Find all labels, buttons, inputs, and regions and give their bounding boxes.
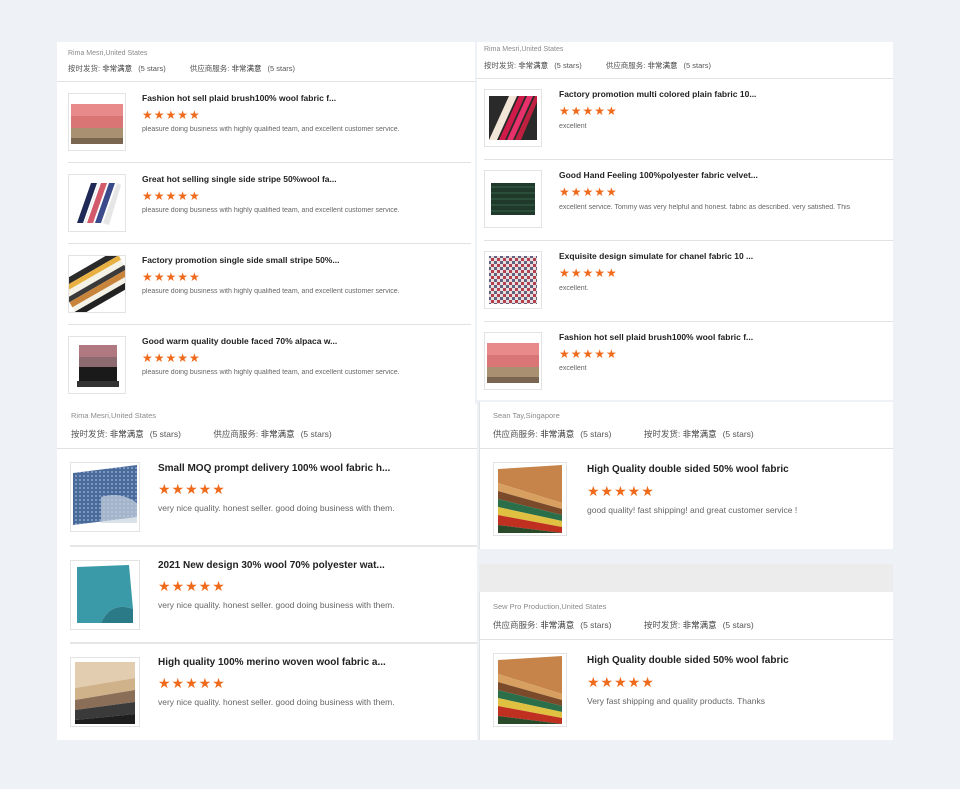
rating-stars: ★★★★★ bbox=[142, 189, 201, 203]
product-title[interactable]: Good warm quality double faced 70% alpac… bbox=[142, 336, 337, 346]
review-comment: pleasure doing business with highly qual… bbox=[142, 207, 400, 214]
service-stars: (5 stars) bbox=[580, 620, 612, 630]
ontime-stars: (5 stars) bbox=[554, 61, 582, 70]
rating-summary: 供应商服务: 非常满意 (5 stars) 按时发货: 非常满意 (5 stars) bbox=[493, 619, 776, 631]
ontime-value: 非常满意 bbox=[682, 620, 717, 630]
reviewer-name: Sean Tay,Singapore bbox=[493, 411, 560, 420]
rating-summary: 按时发货: 非常满意 (5 stars) 供应商服务: 非常满意 (5 stars) bbox=[484, 60, 733, 71]
review-comment: very nice quality. honest seller. good d… bbox=[158, 600, 395, 610]
product-thumbnail[interactable] bbox=[68, 174, 126, 232]
service-stars: (5 stars) bbox=[267, 64, 295, 73]
product-title[interactable]: High Quality double sided 50% wool fabri… bbox=[587, 464, 789, 475]
rating-stars: ★★★★★ bbox=[142, 108, 201, 122]
product-title[interactable]: Fashion hot sell plaid brush100% wool fa… bbox=[142, 93, 336, 103]
review-panel-b: Rima Mesri,United States 按时发货: 非常满意 (5 st… bbox=[477, 42, 893, 400]
service-label: 供应商服务: bbox=[213, 429, 259, 439]
reviewer-name: Rima Mesri,United States bbox=[484, 46, 564, 53]
service-value: 非常满意 bbox=[260, 429, 295, 439]
product-thumbnail[interactable] bbox=[484, 332, 542, 390]
rating-stars: ★★★★★ bbox=[559, 185, 618, 199]
ontime-value: 非常满意 bbox=[682, 429, 717, 439]
ontime-stars: (5 stars) bbox=[722, 429, 754, 439]
service-label: 供应商服务: bbox=[189, 64, 230, 73]
review-panel-e: Sew Pro Production,United States 供应商服务: … bbox=[479, 592, 893, 740]
rating-stars: ★★★★★ bbox=[142, 351, 201, 365]
product-thumbnail[interactable] bbox=[70, 560, 140, 630]
product-thumbnail[interactable] bbox=[484, 89, 542, 147]
rating-stars: ★★★★★ bbox=[559, 104, 618, 118]
product-title[interactable]: Small MOQ prompt delivery 100% wool fabr… bbox=[158, 463, 390, 474]
service-stars: (5 stars) bbox=[300, 429, 332, 439]
service-value: 非常满意 bbox=[540, 620, 575, 630]
product-thumbnail[interactable] bbox=[484, 251, 542, 309]
product-thumbnail[interactable] bbox=[68, 255, 126, 313]
product-title[interactable]: 2021 New design 30% wool 70% polyester w… bbox=[158, 560, 385, 571]
ontime-label: 按时发货: bbox=[643, 429, 681, 439]
ontime-label: 按时发货: bbox=[71, 429, 108, 439]
service-label: 供应商服务: bbox=[493, 429, 538, 439]
service-label: 供应商服务: bbox=[605, 61, 646, 70]
review-comment: excellent service. Tommy was very helpfu… bbox=[559, 204, 851, 211]
ontime-stars: (5 stars) bbox=[138, 64, 166, 73]
ontime-value: 非常满意 bbox=[518, 61, 549, 70]
product-thumbnail[interactable] bbox=[70, 462, 140, 532]
service-label: 供应商服务: bbox=[493, 620, 538, 630]
reviewer-name: Sew Pro Production,United States bbox=[493, 602, 607, 611]
product-title[interactable]: Fashion hot sell plaid brush100% wool fa… bbox=[559, 332, 753, 342]
rating-stars: ★★★★★ bbox=[158, 481, 226, 497]
ontime-label: 按时发货: bbox=[484, 61, 517, 70]
product-title[interactable]: Factory promotion multi colored plain fa… bbox=[559, 89, 756, 99]
review-comment: very nice quality. honest seller. good d… bbox=[158, 503, 395, 513]
product-title[interactable]: Exquisite design simulate for chanel fab… bbox=[559, 251, 753, 261]
service-value: 非常满意 bbox=[231, 64, 262, 73]
service-value: 非常满意 bbox=[540, 429, 575, 439]
service-stars: (5 stars) bbox=[580, 429, 612, 439]
rating-summary: 按时发货: 非常满意 (5 stars) 供应商服务: 非常满意 (5 stars) bbox=[71, 428, 354, 440]
product-thumbnail[interactable] bbox=[70, 657, 140, 727]
reviewer-name: Rima Mesri,United States bbox=[71, 411, 157, 420]
rating-stars: ★★★★★ bbox=[559, 266, 618, 280]
service-value: 非常满意 bbox=[647, 61, 678, 70]
ontime-value: 非常满意 bbox=[102, 64, 133, 73]
review-comment: excellent. bbox=[559, 285, 589, 292]
product-thumbnail[interactable] bbox=[68, 336, 126, 394]
review-comment: very nice quality. honest seller. good d… bbox=[158, 697, 395, 707]
rating-stars: ★★★★★ bbox=[587, 483, 655, 499]
product-thumbnail[interactable] bbox=[484, 170, 542, 228]
rating-stars: ★★★★★ bbox=[142, 270, 201, 284]
review-comment: good quality! fast shipping! and great c… bbox=[587, 505, 798, 515]
review-comment: Very fast shipping and quality products.… bbox=[587, 696, 765, 706]
review-comment: pleasure doing business with highly qual… bbox=[142, 369, 400, 376]
rating-stars: ★★★★★ bbox=[587, 674, 655, 690]
reviewer-name: Rima Mesri,United States bbox=[68, 50, 148, 57]
review-comment: excellent bbox=[559, 123, 587, 130]
product-title[interactable]: Good Hand Feeling 100%polyester fabric v… bbox=[559, 170, 758, 180]
product-thumbnail[interactable] bbox=[493, 653, 567, 727]
review-comment: excellent bbox=[559, 365, 587, 372]
service-stars: (5 stars) bbox=[683, 61, 711, 70]
product-thumbnail[interactable] bbox=[493, 462, 567, 536]
rating-stars: ★★★★★ bbox=[158, 578, 226, 594]
ontime-label: 按时发货: bbox=[643, 620, 681, 630]
review-panel-a: Rima Mesri,United States 按时发货: 非常满意 (5 st… bbox=[57, 42, 475, 404]
ontime-value: 非常满意 bbox=[109, 429, 144, 439]
product-thumbnail[interactable] bbox=[68, 93, 126, 151]
rating-stars: ★★★★★ bbox=[559, 347, 618, 361]
rating-stars: ★★★★★ bbox=[158, 675, 226, 691]
review-comment: pleasure doing business with highly qual… bbox=[142, 288, 400, 295]
product-title[interactable]: High quality 100% merino woven wool fabr… bbox=[158, 657, 386, 668]
product-title[interactable]: High Quality double sided 50% wool fabri… bbox=[587, 655, 789, 666]
rating-summary: 按时发货: 非常满意 (5 stars) 供应商服务: 非常满意 (5 stars) bbox=[68, 63, 317, 74]
ontime-stars: (5 stars) bbox=[722, 620, 754, 630]
product-title[interactable]: Great hot selling single side stripe 50%… bbox=[142, 174, 337, 184]
review-panel-d: Sean Tay,Singapore 供应商服务: 非常满意 (5 stars) … bbox=[479, 402, 893, 549]
review-panel-c: Rima Mesri,United States 按时发货: 非常满意 (5 st… bbox=[57, 404, 477, 740]
rating-summary: 供应商服务: 非常满意 (5 stars) 按时发货: 非常满意 (5 stars) bbox=[493, 428, 776, 440]
review-comment: pleasure doing business with highly qual… bbox=[142, 126, 400, 133]
section-divider bbox=[479, 564, 893, 592]
ontime-label: 按时发货: bbox=[68, 64, 101, 73]
ontime-stars: (5 stars) bbox=[149, 429, 181, 439]
product-title[interactable]: Factory promotion single side small stri… bbox=[142, 255, 339, 265]
